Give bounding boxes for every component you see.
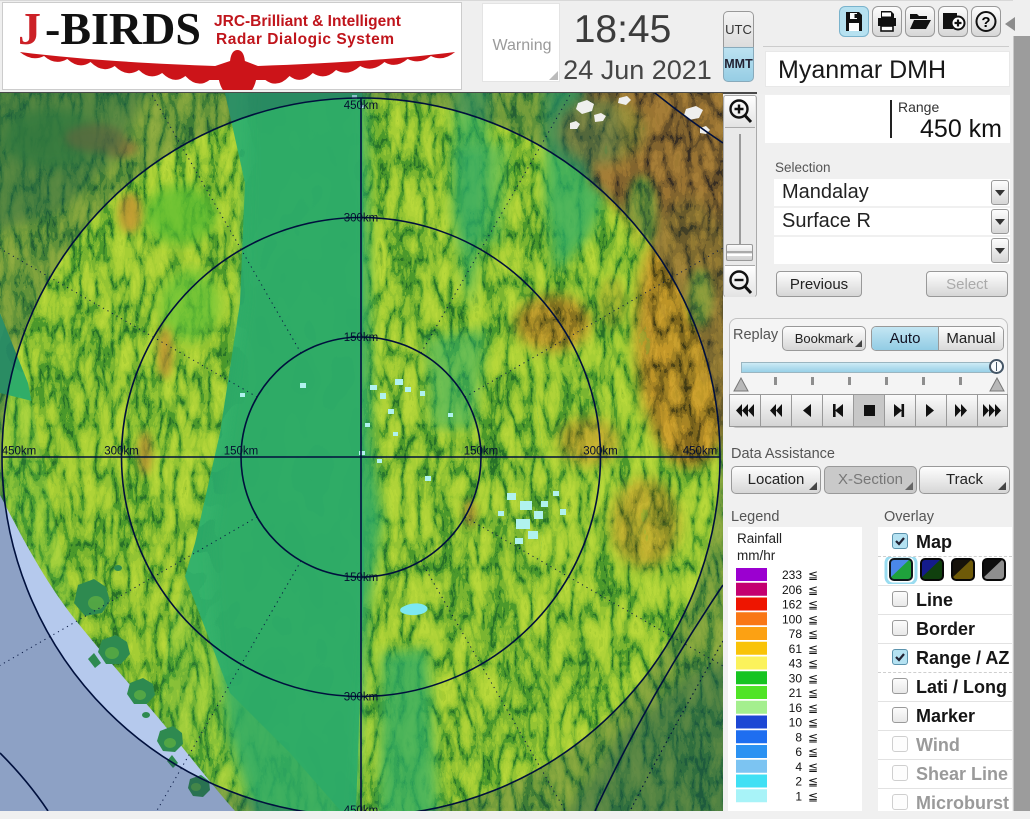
svg-text:450km: 450km: [683, 446, 718, 458]
svg-text:≦: ≦: [808, 671, 818, 685]
svg-text:?: ?: [981, 14, 990, 31]
svg-text:JRC-Brilliant & Intelligent: JRC-Brilliant & Intelligent: [214, 13, 401, 30]
svg-text:61: 61: [789, 642, 803, 656]
svg-text:≦: ≦: [808, 775, 818, 789]
svg-text:206: 206: [782, 583, 802, 597]
svg-text:150km: 150km: [464, 446, 499, 458]
svg-text:≦: ≦: [808, 760, 818, 774]
svg-text:≦: ≦: [808, 701, 818, 715]
svg-text:100: 100: [782, 612, 802, 626]
svg-text:≦: ≦: [808, 568, 818, 582]
svg-text:≦: ≦: [808, 627, 818, 641]
svg-text:30: 30: [789, 671, 803, 685]
svg-text:43: 43: [789, 657, 803, 671]
svg-text:8: 8: [795, 730, 802, 744]
svg-text:300km: 300km: [583, 446, 618, 458]
svg-text:300km: 300km: [344, 213, 379, 225]
svg-text:450km: 450km: [344, 100, 379, 112]
svg-text:150km: 150km: [344, 572, 379, 584]
svg-text:J: J: [18, 4, 41, 54]
svg-text:≦: ≦: [808, 612, 818, 626]
svg-text:≦: ≦: [808, 745, 818, 759]
svg-text:4: 4: [795, 760, 802, 774]
svg-text:2: 2: [795, 775, 802, 789]
svg-text:6: 6: [795, 745, 802, 759]
svg-text:300km: 300km: [344, 692, 379, 704]
svg-text:1: 1: [795, 789, 802, 803]
svg-text:450km: 450km: [344, 805, 379, 811]
svg-text:≦: ≦: [808, 789, 818, 803]
svg-text:150km: 150km: [224, 446, 259, 458]
svg-text:≦: ≦: [808, 730, 818, 744]
svg-text:300km: 300km: [104, 446, 139, 458]
svg-text:16: 16: [789, 701, 803, 715]
svg-text:≦: ≦: [808, 716, 818, 730]
svg-text:78: 78: [789, 627, 803, 641]
svg-text:10: 10: [789, 716, 803, 730]
svg-text:450km: 450km: [2, 446, 37, 458]
svg-text:≦: ≦: [808, 642, 818, 656]
svg-text:150km: 150km: [344, 332, 379, 344]
svg-text:-BIRDS: -BIRDS: [45, 4, 201, 54]
svg-text:162: 162: [782, 598, 802, 612]
svg-text:Radar Dialogic System: Radar Dialogic System: [216, 31, 394, 48]
svg-text:≦: ≦: [808, 598, 818, 612]
svg-text:≦: ≦: [808, 657, 818, 671]
svg-text:≦: ≦: [808, 686, 818, 700]
svg-text:233: 233: [782, 568, 802, 582]
svg-text:≦: ≦: [808, 583, 818, 597]
svg-text:21: 21: [789, 686, 803, 700]
